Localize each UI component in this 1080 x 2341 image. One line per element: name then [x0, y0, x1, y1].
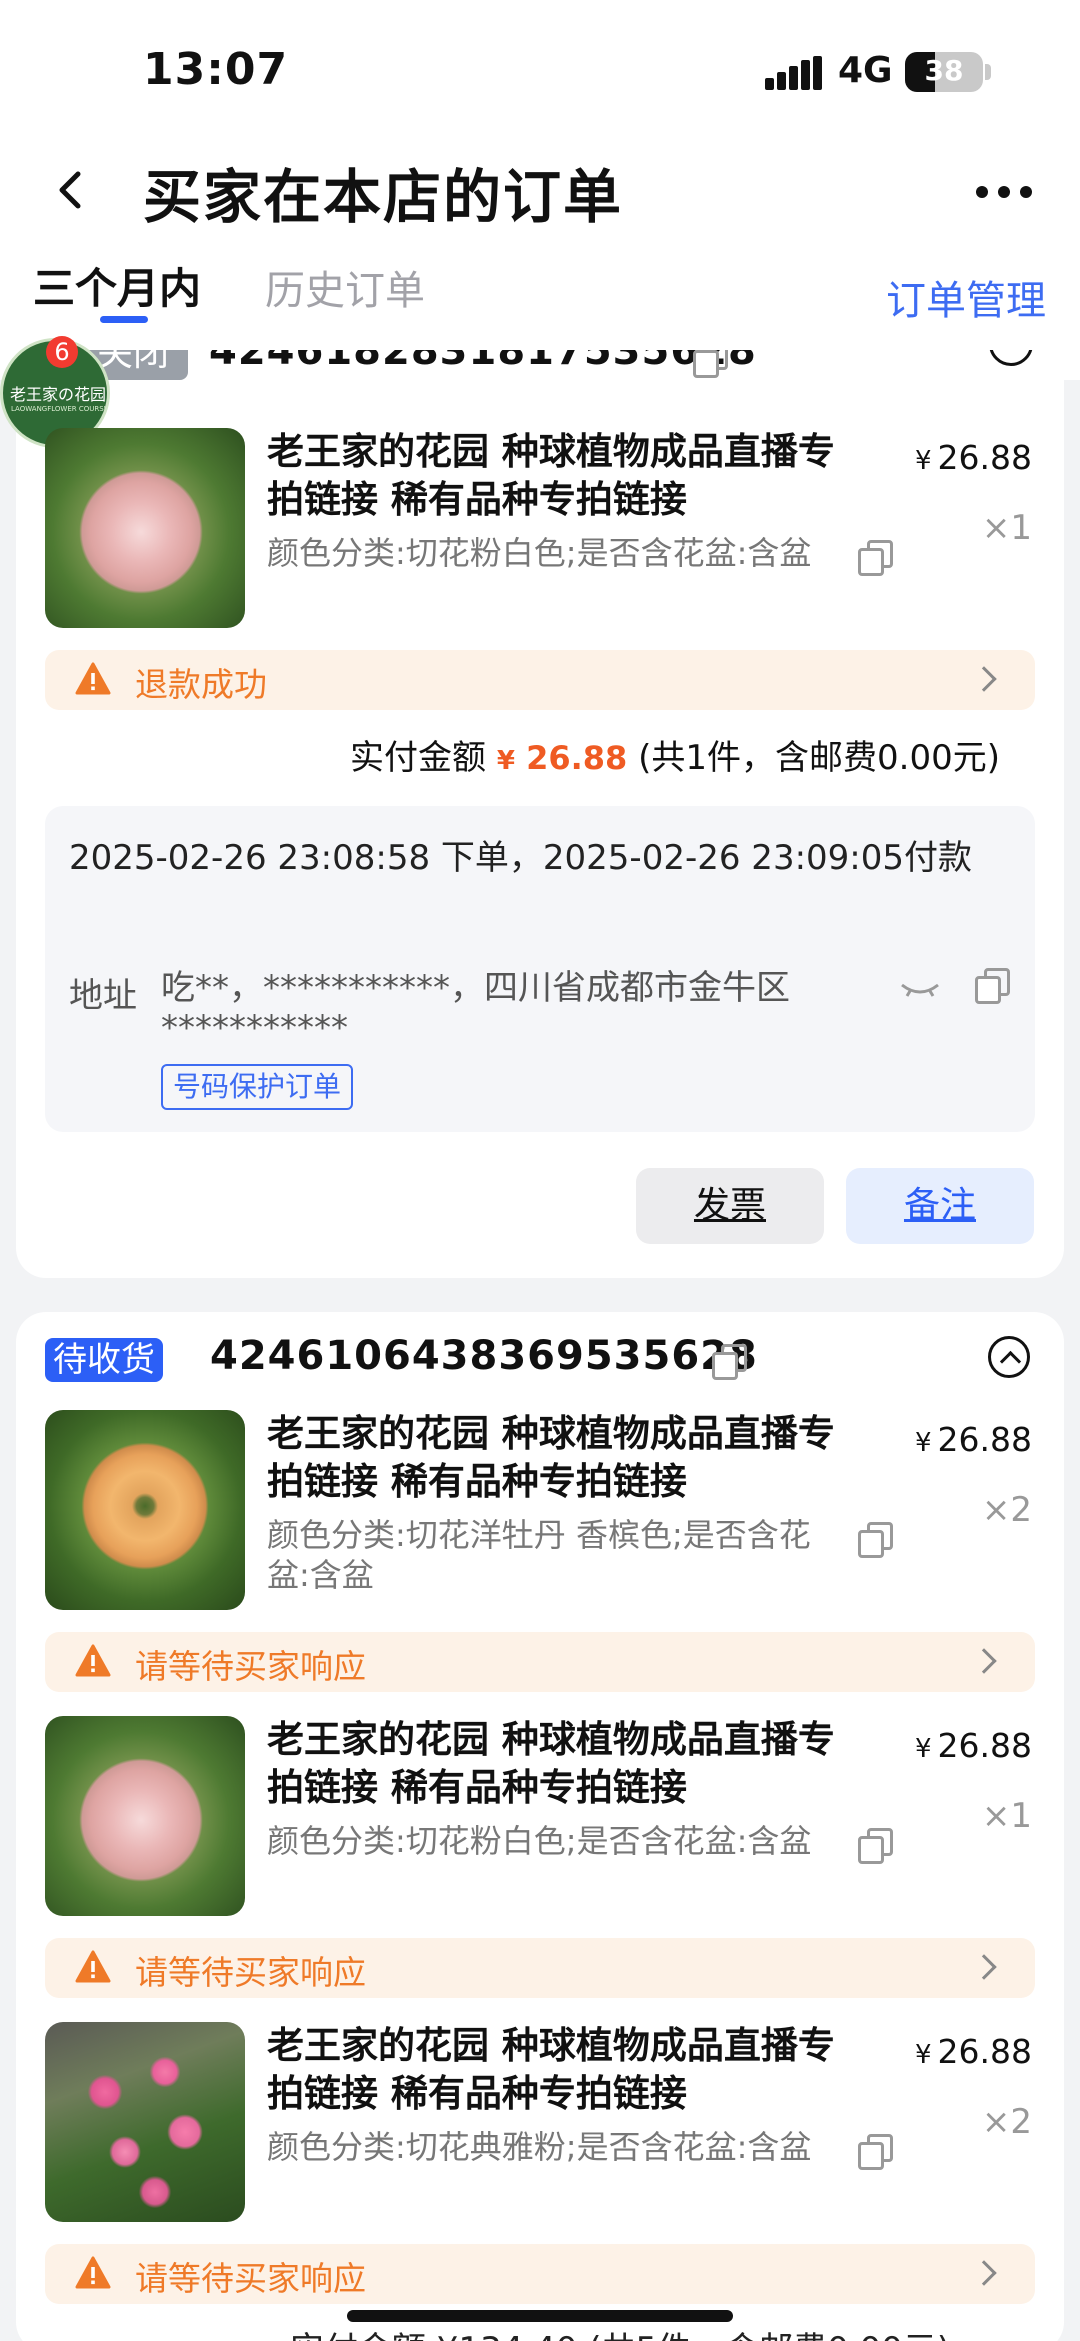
price-value: 26.88 [937, 438, 1032, 477]
product-price: ¥26.88 [915, 1726, 1032, 1765]
buyer-response-notice[interactable]: 请等待买家响应 [45, 1938, 1035, 1998]
paid-label: 实付金额 [350, 738, 487, 778]
remark-button[interactable]: 备注 [846, 1168, 1034, 1244]
tab-history[interactable]: 历史订单 [265, 258, 425, 316]
product-name: 老王家的花园 种球植物成品直播专拍链接 稀有品种专拍链接 [267, 1412, 835, 1503]
collapse-icon[interactable] [989, 350, 1033, 366]
product-name: 老王家的花园 种球植物成品直播专拍链接 稀有品种专拍链接 [267, 2024, 835, 2115]
product-sku: 颜色分类:切花粉白色;是否含花盆:含盆 [267, 534, 812, 572]
chevron-right-icon [971, 1648, 997, 1674]
more-icon[interactable] [976, 186, 1032, 198]
privacy-tag: 号码保护订单 [161, 1064, 354, 1110]
home-indicator[interactable] [347, 2310, 733, 2322]
list-item[interactable]: 老王家的花园 种球植物成品直播专拍链接 稀有品种专拍链接 颜色分类:切花典雅粉;… [0, 2022, 1080, 2232]
notice-text: 请等待买家响应 [135, 2259, 366, 2298]
price-value: 26.88 [937, 2032, 1032, 2071]
chevron-right-icon [971, 1954, 997, 1980]
copy-icon[interactable] [693, 350, 728, 378]
currency-symbol: ¥ [496, 746, 515, 776]
eye-closed-icon[interactable] [900, 982, 940, 997]
product-sku: 颜色分类:切花粉白色;是否含花盆:含盆 [267, 1822, 812, 1860]
list-item[interactable]: 老王家的花园 种球植物成品直播专拍链接 稀有品种专拍链接 颜色分类:切花粉白色;… [0, 428, 1080, 638]
product-name: 老王家的花园 种球植物成品直播专拍链接 稀有品种专拍链接 [267, 430, 835, 521]
product-quantity: ×2 [981, 2102, 1032, 2142]
paid-detail: (共1件，含邮费0.00元) [638, 738, 1000, 778]
list-item[interactable]: 老王家的花园 种球植物成品直播专拍链接 稀有品种专拍链接 颜色分类:切花洋牡丹 … [0, 1410, 1080, 1620]
tab-indicator [100, 316, 148, 323]
product-price: ¥26.88 [915, 2032, 1032, 2071]
order-info-panel: 2025-02-26 23:08:58 下单，2025-02-26 23:09:… [45, 806, 1035, 1132]
currency-symbol: ¥ [914, 1734, 932, 1764]
store-logo-text: 老王家の花园 [9, 385, 106, 404]
product-quantity: ×1 [981, 1796, 1032, 1836]
page-title: 买家在本店的订单 [143, 163, 624, 231]
collapse-icon[interactable] [988, 1336, 1030, 1378]
product-price: ¥26.88 [915, 438, 1032, 477]
order-management-link[interactable]: 订单管理 [886, 268, 1046, 326]
buyer-response-notice[interactable]: 请等待买家响应 [45, 2244, 1035, 2304]
store-logo-subtext: LAOWANGFLOWER COURSES [11, 405, 110, 413]
currency-symbol: ¥ [914, 1428, 932, 1458]
notice-text: 请等待买家响应 [135, 1647, 366, 1686]
product-image [45, 428, 245, 628]
warning-icon [75, 1950, 111, 1984]
chevron-right-icon [971, 666, 997, 692]
order-number: 4246182831817535628 [209, 350, 757, 374]
currency-symbol: ¥ [914, 446, 932, 476]
paid-summary-partial: 实付金额 ¥134.40 (共5件，含邮费0.00元) [290, 2322, 950, 2341]
back-icon[interactable] [50, 170, 90, 210]
product-image [45, 2022, 245, 2222]
product-image [45, 1716, 245, 1916]
status-badge: 待收货 [45, 1338, 163, 1382]
address-value: 吃**，***********，四川省成都市金牛区*********** [161, 968, 790, 1048]
currency-symbol: ¥ [914, 2040, 932, 2070]
refund-notice[interactable]: 退款成功 [45, 650, 1035, 710]
battery-tip [985, 64, 991, 80]
notice-text: 退款成功 [135, 665, 267, 704]
notification-badge: 6 [46, 336, 78, 368]
product-sku: 颜色分类:切花洋牡丹 香槟色;是否含花盆:含盆 [267, 1516, 811, 1594]
product-image [45, 1410, 245, 1610]
signal-icon [765, 56, 823, 90]
address-label: 地址 [69, 976, 137, 1016]
network-type: 4G [838, 50, 893, 91]
warning-icon [75, 1644, 111, 1678]
price-value: 26.88 [937, 1726, 1032, 1765]
paid-summary: 实付金额 ¥ 26.88 (共1件，含邮费0.00元) [350, 730, 1000, 779]
copy-icon[interactable] [712, 1344, 747, 1380]
battery-level: 38 [924, 54, 964, 87]
copy-icon[interactable] [858, 540, 893, 576]
chevron-right-icon [971, 2260, 997, 2286]
product-price: ¥26.88 [915, 1420, 1032, 1459]
invoice-button[interactable]: 发票 [636, 1168, 824, 1244]
copy-icon[interactable] [975, 968, 1010, 1004]
product-quantity: ×2 [981, 1490, 1032, 1530]
status-bar: 13:07 4G 38 [0, 0, 1080, 140]
warning-icon [75, 2256, 111, 2290]
product-name: 老王家的花园 种球植物成品直播专拍链接 稀有品种专拍链接 [267, 1718, 835, 1809]
warning-icon [75, 662, 111, 696]
paid-amount: ¥ 26.88 [497, 739, 627, 777]
order-header-clipped: 关闭 4246182831817535628 [16, 350, 1064, 390]
product-quantity: ×1 [981, 508, 1032, 548]
buyer-response-notice[interactable]: 请等待买家响应 [45, 1632, 1035, 1692]
status-time: 13:07 [143, 44, 289, 95]
price-value: 26.88 [937, 1420, 1032, 1459]
notice-text: 请等待买家响应 [135, 1953, 366, 1992]
tab-three-months[interactable]: 三个月内 [33, 255, 201, 316]
order-number: 4246106438369535628 [210, 1333, 758, 1379]
copy-icon[interactable] [858, 2134, 893, 2170]
order-timeline: 2025-02-26 23:08:58 下单，2025-02-26 23:09:… [69, 838, 973, 878]
list-item[interactable]: 老王家的花园 种球植物成品直播专拍链接 稀有品种专拍链接 颜色分类:切花粉白色;… [0, 1716, 1080, 1926]
copy-icon[interactable] [858, 1522, 893, 1558]
battery-icon: 38 [905, 52, 983, 92]
paid-value: 26.88 [526, 739, 628, 777]
product-sku: 颜色分类:切花典雅粉;是否含花盆:含盆 [267, 2128, 812, 2166]
copy-icon[interactable] [858, 1828, 893, 1864]
